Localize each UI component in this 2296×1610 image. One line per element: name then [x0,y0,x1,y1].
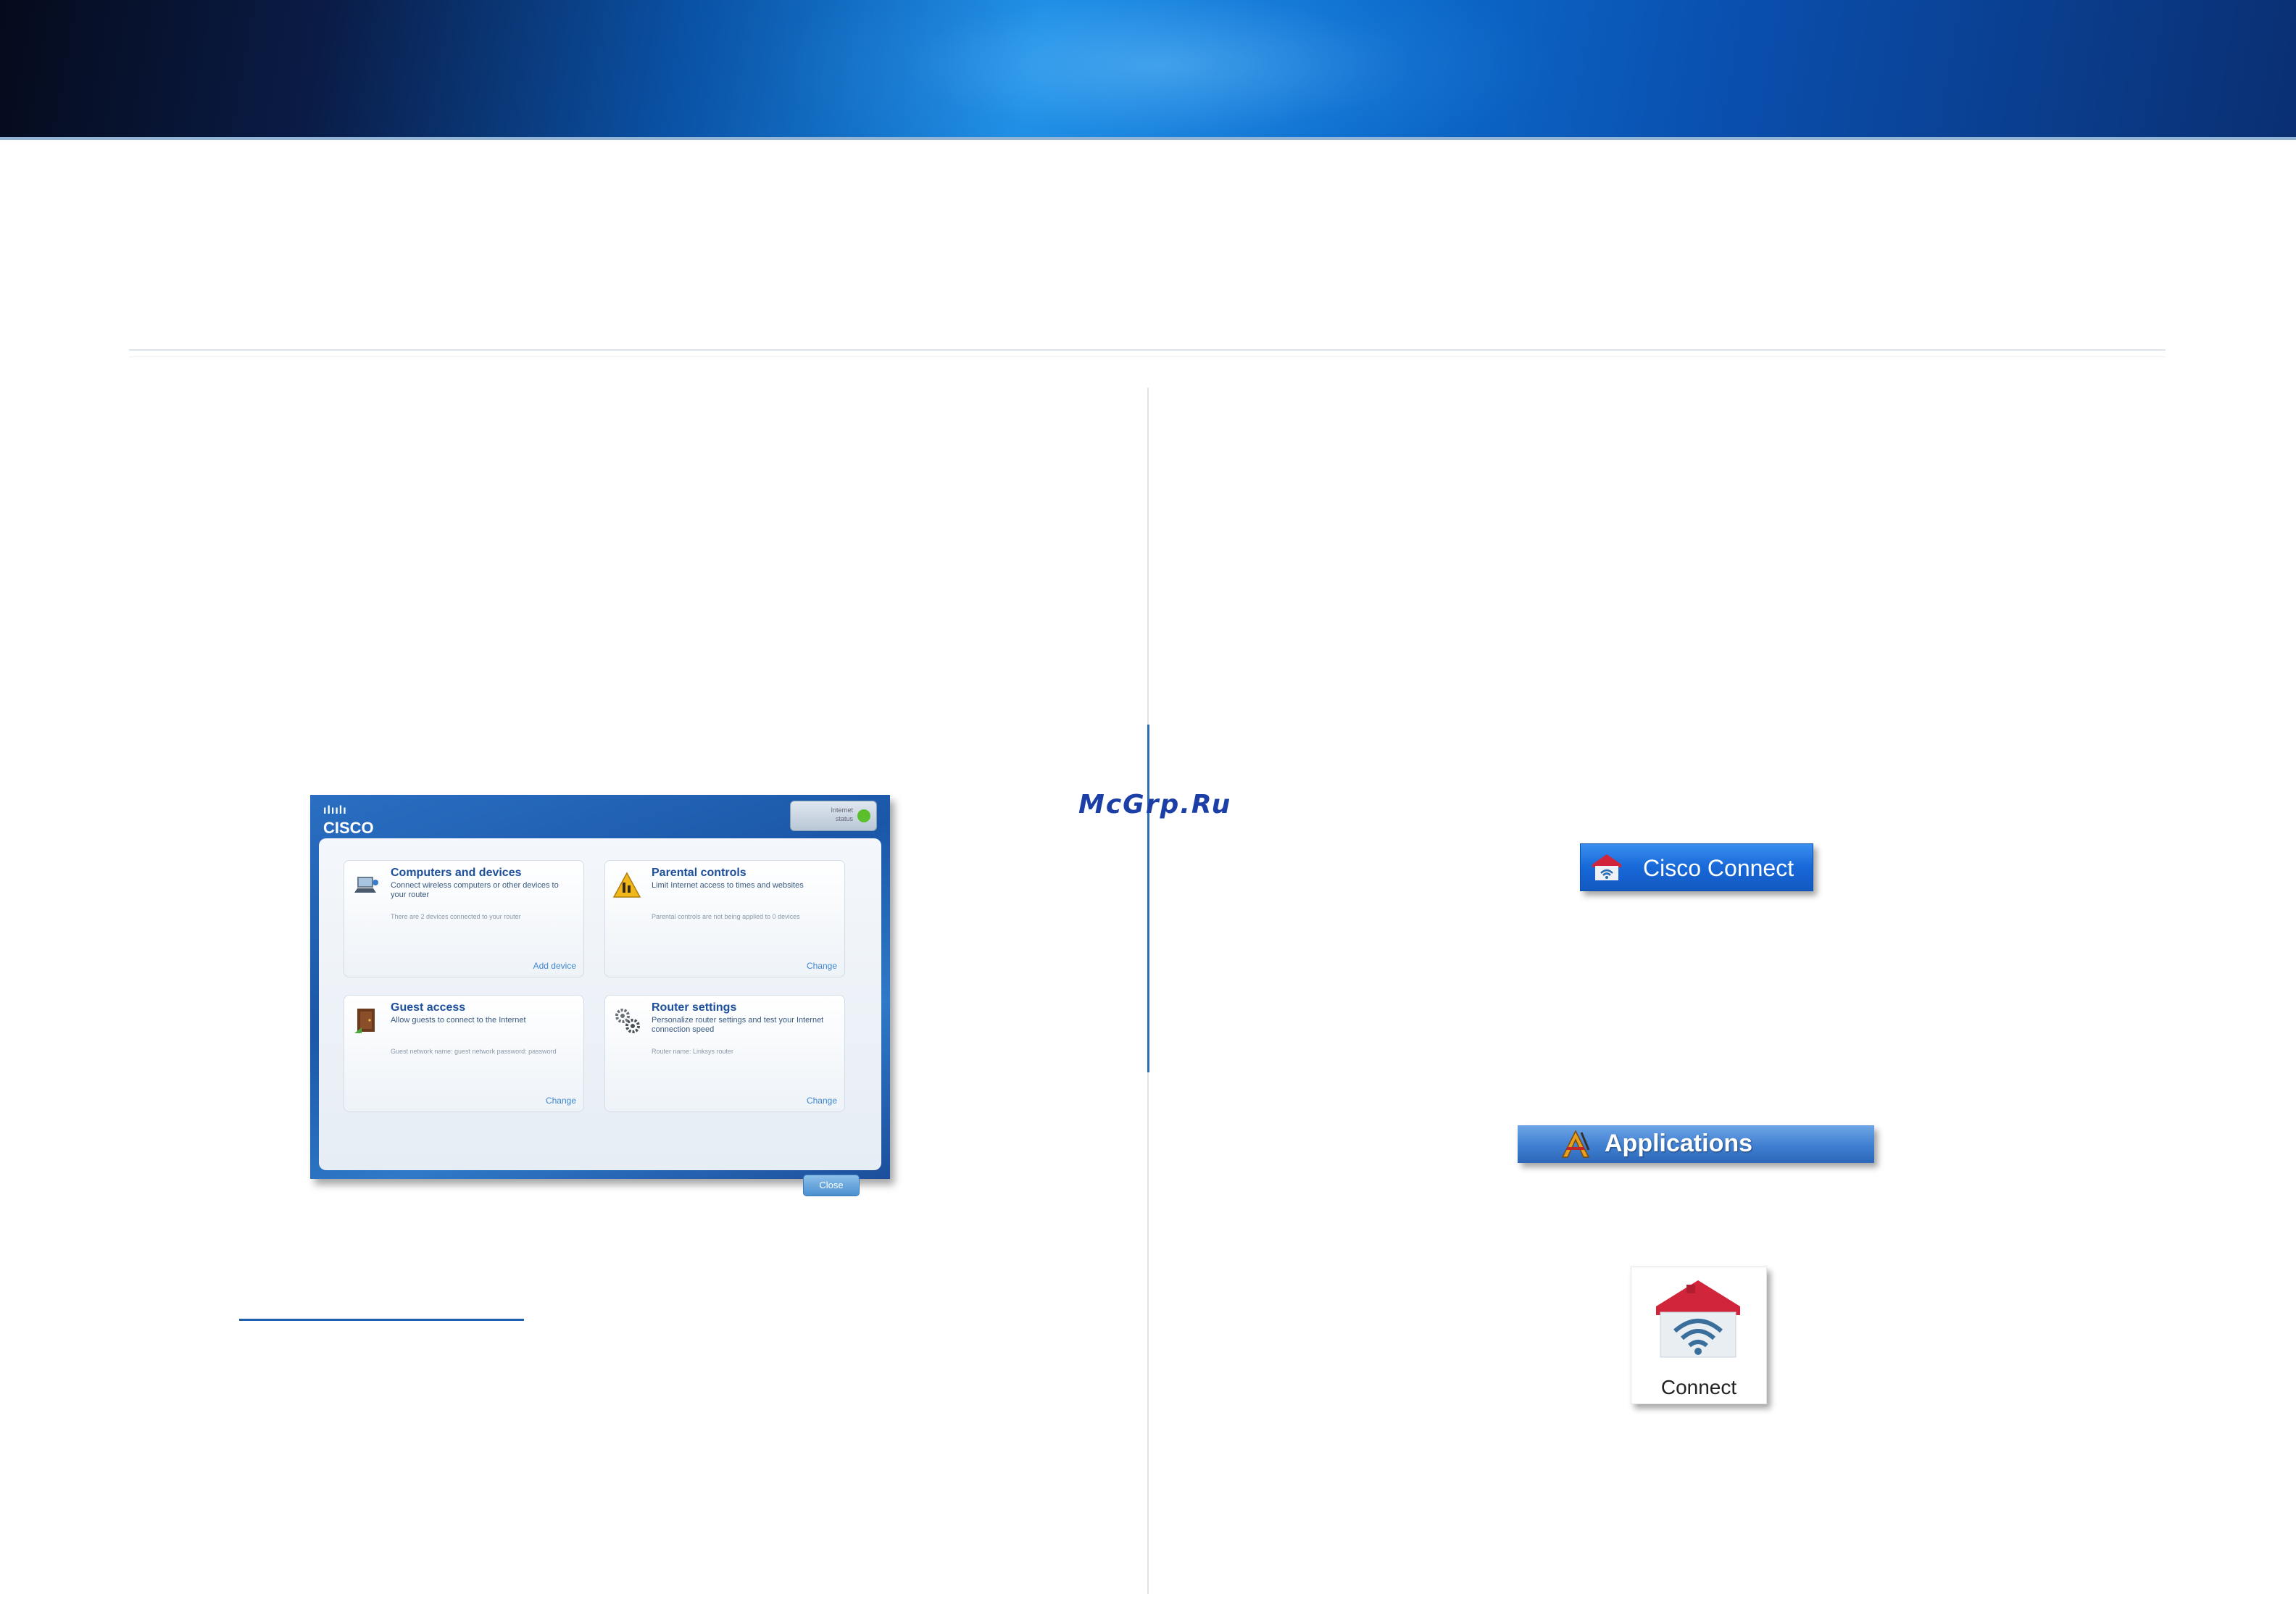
applications-icon [1561,1130,1590,1158]
close-button[interactable]: Close [803,1175,860,1196]
internet-status-text: Internet status [831,806,853,822]
column-divider-accent [1147,725,1149,1072]
applications-menu[interactable]: Applications [1518,1125,1874,1163]
header-rule-secondary [129,356,2166,357]
computer-devices-icon [354,877,378,893]
status-ok-icon [857,809,870,822]
parental-change-link[interactable]: Change [807,961,837,971]
warning-sign-icon [612,872,641,898]
card-note: There are 2 devices connected to your ro… [391,913,521,920]
guest-door-icon [354,1009,375,1033]
cisco-logo-bars: ılıılı [323,804,347,817]
applications-label: Applications [1605,1130,1753,1157]
card-title: Parental controls [652,867,746,879]
add-device-link[interactable]: Add device [533,961,576,971]
cisco-connect-window: ılıılı CISCO Internet status Computers a… [310,795,890,1196]
card-note: Parental controls are not being applied … [652,913,800,920]
header-banner [0,0,2296,140]
cisco-connect-label: Cisco Connect [1643,855,1794,881]
card-router-settings: Router settings Personalize router setti… [604,995,845,1112]
connect-label: Connect [1660,1376,1737,1398]
card-guest-access: Guest access Allow guests to connect to … [344,995,584,1112]
card-description: Limit Internet access to times and websi… [652,881,804,890]
watermark: McGrp.Ru [1078,790,1232,819]
connect-house-icon [1656,1280,1740,1358]
card-description: Personalize router settings and test you… [652,1016,824,1034]
card-computers-and-devices: Computers and devices Connect wireless c… [344,860,584,977]
card-note: Guest network name: guest network passwo… [391,1048,557,1055]
card-note: Router name: Linksys router [652,1048,734,1055]
cisco-connect-button[interactable]: Cisco Connect [1580,843,1813,891]
guest-change-link[interactable]: Change [546,1096,576,1106]
card-description: Allow guests to connect to the Internet [391,1016,526,1025]
cisco-logo-text: CISCO [323,819,374,837]
window-body: Computers and devices Connect wireless c… [319,838,881,1196]
router-change-link[interactable]: Change [807,1096,837,1106]
card-title: Router settings [652,1001,737,1014]
card-description: Connect wireless computers or other devi… [391,881,559,899]
hyperlink-underline [239,1319,524,1321]
card-parental-controls: Parental controls Limit Internet access … [604,860,845,977]
gears-icon [615,1009,640,1033]
header-rule [129,349,2166,351]
cisco-logo: ılıılı CISCO [323,802,374,837]
connect-app-icon[interactable]: Connect [1631,1267,1767,1404]
internet-status-indicator[interactable]: Internet status [790,801,877,831]
cisco-connect-house-icon [1592,854,1621,880]
card-title: Guest access [391,1001,466,1014]
card-title: Computers and devices [391,867,522,879]
